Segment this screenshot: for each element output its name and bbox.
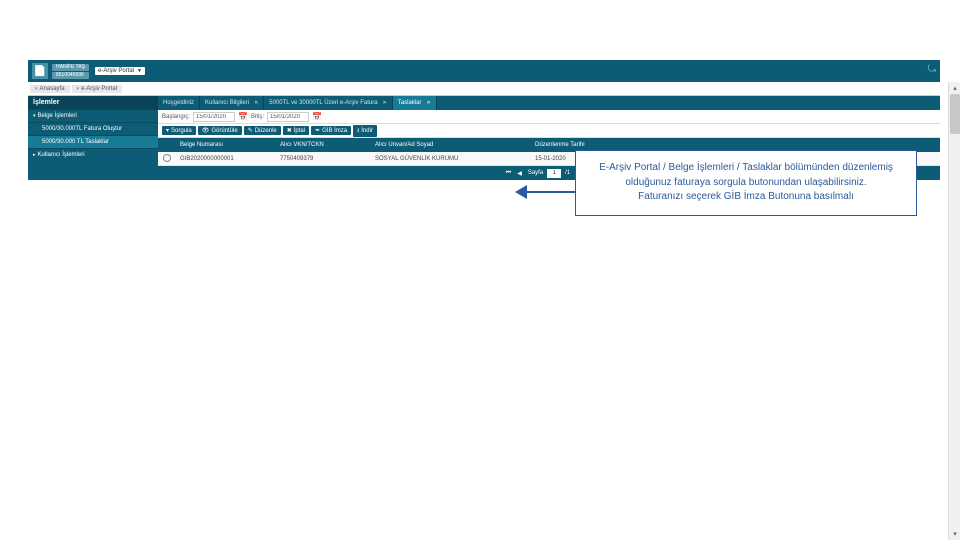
- close-icon[interactable]: ✕: [426, 100, 430, 106]
- user-badges: HANİFE TAŞ 8510040696: [52, 64, 89, 79]
- sidebar-item-fatura-olustur[interactable]: 5000/30.000TL Fatura Oluştur: [28, 122, 158, 135]
- end-date-label: Bitiş:: [251, 114, 264, 120]
- tab-earsiv-fatura[interactable]: 5000TL ve 30000TL Üzeri e-Arşiv Fatura✕: [264, 96, 392, 110]
- date-filter-row: Başlangıç: 📅 Bitiş: 📅: [158, 110, 940, 124]
- start-date-label: Başlangıç:: [162, 114, 190, 120]
- filter-icon: ▾: [166, 127, 169, 134]
- duzenle-button[interactable]: ✎Düzenle: [244, 126, 281, 135]
- arrow-icon: [515, 182, 575, 202]
- table-header-alici-vkn: Alıcı VKN/TCKN: [276, 142, 371, 148]
- breadcrumb-home[interactable]: Anasayfa: [30, 85, 70, 93]
- cancel-icon: ✖: [287, 127, 292, 134]
- tab-kullanici-bilgileri[interactable]: Kullanıcı Bilgileri✕: [200, 96, 264, 110]
- cell-belge-no: GIB2020000000001: [176, 156, 276, 162]
- end-date-input[interactable]: [267, 112, 309, 122]
- page-number-input[interactable]: [547, 169, 561, 178]
- tab-bar: Hoşgeldiniz Kullanıcı Bilgileri✕ 5000TL …: [158, 96, 940, 110]
- table-header-alici-unvan: Alıcı Unvan/Ad Soyad: [371, 142, 531, 148]
- annotation-callout: E-Arşiv Portal / Belge İşlemleri / Tasla…: [575, 150, 917, 216]
- app-logo-icon: [32, 63, 48, 79]
- scroll-down-icon[interactable]: ▾: [949, 528, 960, 540]
- goruntule-button[interactable]: 👁Görüntüle: [198, 126, 242, 135]
- iptal-button[interactable]: ✖İptal: [283, 126, 309, 135]
- signature-icon: ✒: [315, 127, 320, 134]
- portal-window: HANİFE TAŞ 8510040696 e-Arşiv Portal ⤿ A…: [28, 60, 940, 520]
- tab-taslaklar[interactable]: Taslaklar✕: [393, 96, 437, 110]
- sidebar-title: İşlemler: [28, 96, 158, 109]
- indir-button[interactable]: ⭳İndir: [353, 125, 377, 137]
- user-name-badge: HANİFE TAŞ: [52, 64, 89, 71]
- callout-line1: E-Arşiv Portal / Belge İşlemleri / Tasla…: [588, 161, 904, 176]
- cell-alici-vkn: 7750409379: [276, 156, 371, 162]
- page-prev-icon[interactable]: ◀: [515, 170, 524, 177]
- toolbar: ▾Sorgula 👁Görüntüle ✎Düzenle ✖İptal ✒GİB…: [158, 124, 940, 138]
- portal-selector-label: e-Arşiv Portal: [98, 68, 134, 74]
- download-icon: ⭳: [357, 126, 359, 136]
- eye-icon: 👁: [202, 127, 210, 134]
- close-icon[interactable]: ✕: [254, 100, 258, 106]
- logout-icon[interactable]: ⤿: [928, 64, 936, 75]
- callout-box: E-Arşiv Portal / Belge İşlemleri / Tasla…: [575, 150, 917, 216]
- sidebar-item-belge-islemleri[interactable]: Belge İşlemleri: [28, 109, 158, 122]
- sidebar-item-taslaklar[interactable]: 5000/30.000 TL Taslaklar: [28, 135, 158, 148]
- row-select-radio[interactable]: [163, 154, 171, 162]
- app-topbar: HANİFE TAŞ 8510040696 e-Arşiv Portal ⤿: [28, 60, 940, 82]
- scroll-up-icon[interactable]: ▴: [949, 82, 960, 94]
- callout-line3: Faturanızı seçerek GİB İmza Butonuna bas…: [588, 190, 904, 205]
- scrollbar-thumb[interactable]: [950, 94, 960, 134]
- portal-selector-dropdown[interactable]: e-Arşiv Portal: [95, 67, 145, 75]
- tab-hosgeldiniz[interactable]: Hoşgeldiniz: [158, 96, 200, 110]
- breadcrumb-current[interactable]: e-Arşiv Portal: [72, 85, 123, 93]
- sorgula-button[interactable]: ▾Sorgula: [162, 126, 196, 135]
- calendar-icon[interactable]: 📅: [312, 112, 322, 121]
- callout-line2: olduğunuz faturaya sorgula butonundan ul…: [588, 176, 904, 191]
- page-first-icon[interactable]: ⏮: [504, 170, 513, 177]
- page-label: Sayfa: [526, 170, 545, 176]
- breadcrumb: Anasayfa e-Arşiv Portal: [28, 82, 940, 96]
- pencil-icon: ✎: [248, 127, 253, 134]
- close-icon[interactable]: ✕: [383, 100, 387, 106]
- table-header-duzenlenme: Düzenlenme Tarihi: [531, 142, 611, 148]
- start-date-input[interactable]: [193, 112, 235, 122]
- scrollbar-track[interactable]: ▴ ▾: [948, 82, 960, 540]
- gib-imza-button[interactable]: ✒GİB İmza: [311, 126, 351, 135]
- sidebar-item-kullanici-islemleri[interactable]: Kullanıcı İşlemleri: [28, 148, 158, 161]
- cell-alici-unvan: SOSYAL GÜVENLİK KURUMU: [371, 156, 531, 162]
- user-id-badge: 8510040696: [52, 72, 89, 79]
- sidebar: İşlemler Belge İşlemleri 5000/30.000TL F…: [28, 96, 158, 180]
- calendar-icon[interactable]: 📅: [238, 112, 248, 121]
- page-total: /1: [563, 170, 572, 176]
- table-header-belge-no: Belge Numarası: [176, 142, 276, 148]
